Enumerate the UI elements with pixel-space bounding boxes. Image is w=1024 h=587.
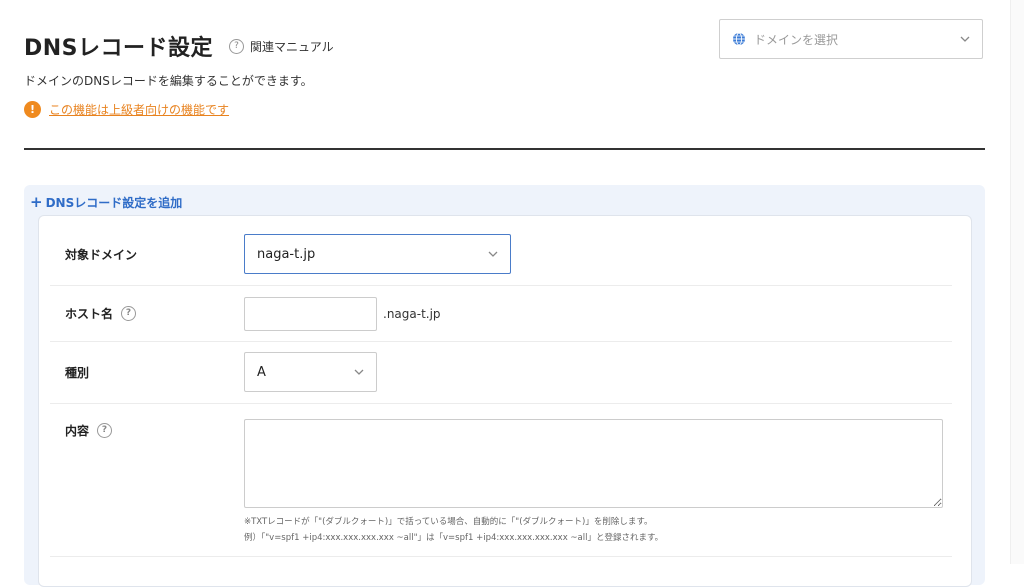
chevron-down-icon: [960, 36, 970, 42]
page-description: ドメインのDNSレコードを編集することができます。: [24, 74, 313, 88]
target-domain-label: 対象ドメイン: [65, 246, 137, 263]
page-title: DNSレコード設定: [24, 36, 214, 61]
host-label-text: ホスト名: [65, 307, 114, 321]
globe-icon: [733, 32, 745, 46]
content-textarea[interactable]: [244, 419, 943, 508]
divider: [24, 148, 985, 150]
target-domain-label-text: 対象ドメイン: [65, 248, 138, 262]
add-dns-record-label: DNSレコード設定を追加: [45, 195, 183, 210]
type-value: A: [257, 364, 266, 380]
advanced-warning-link[interactable]: この機能は上級者向けの機能です: [49, 101, 229, 118]
row-divider: [50, 285, 952, 286]
help-icon[interactable]: ?: [97, 423, 113, 438]
chevron-down-icon: [354, 369, 364, 375]
type-label: 種別: [65, 364, 89, 381]
domain-select-placeholder: ドメインを選択: [754, 32, 839, 47]
manual-link[interactable]: ? 関連マニュアル: [229, 38, 334, 55]
add-dns-record-button[interactable]: + DNSレコード設定を追加: [30, 193, 182, 211]
row-divider: [50, 341, 952, 342]
type-select[interactable]: A: [244, 352, 377, 392]
row-divider: [50, 403, 952, 404]
exclamation-icon: !: [24, 101, 41, 118]
chevron-down-icon: [488, 251, 498, 257]
help-icon[interactable]: ?: [121, 306, 137, 321]
manual-link-label: 関連マニュアル: [250, 39, 334, 54]
target-domain-value: naga-t.jp: [257, 246, 316, 262]
host-suffix: .naga-t.jp: [383, 307, 441, 321]
content-label-text: 内容: [65, 424, 90, 438]
content-label: 内容 ?: [65, 422, 113, 439]
scrollbar[interactable]: [1010, 0, 1024, 564]
host-input[interactable]: [244, 297, 377, 331]
plus-icon: +: [30, 193, 43, 211]
domain-select[interactable]: ドメインを選択: [719, 19, 983, 59]
row-divider: [50, 556, 952, 557]
content-example-note: 例）「"v=spf1 +ip4:xxx.xxx.xxx.xxx ~all"」は「…: [244, 533, 664, 543]
target-domain-select[interactable]: naga-t.jp: [244, 234, 511, 274]
content-note: ※TXTレコードが「"(ダブルクォート)」で括っている場合、自動的に「"(ダブル…: [244, 517, 653, 527]
type-label-text: 種別: [65, 366, 90, 380]
host-label: ホスト名 ?: [65, 305, 137, 322]
title-row: DNSレコード設定 ? 関連マニュアル: [24, 30, 334, 62]
advanced-warning: ! この機能は上級者向けの機能です: [24, 101, 229, 118]
help-icon: ?: [229, 38, 245, 54]
